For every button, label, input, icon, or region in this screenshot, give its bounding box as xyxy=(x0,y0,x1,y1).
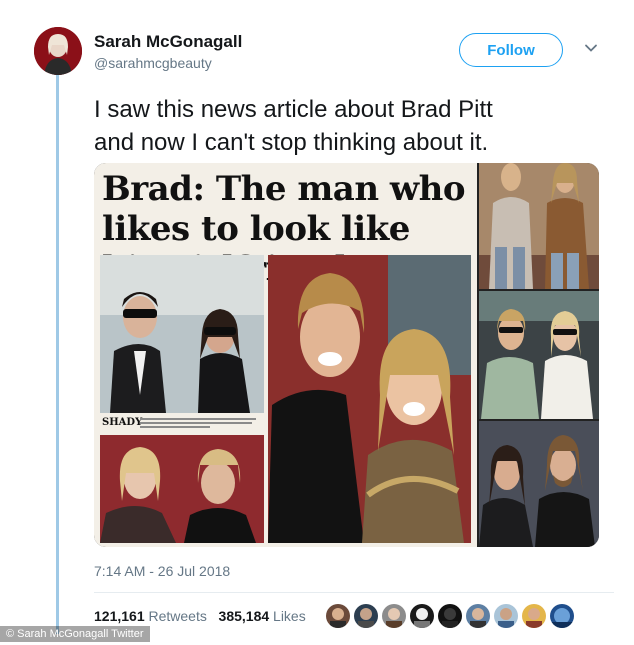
photo-event-couple xyxy=(479,421,599,547)
retweets-label: Retweets xyxy=(148,608,207,624)
retweets-count: 121,161 xyxy=(94,608,145,624)
image-credit: © Sarah McGonagall Twitter xyxy=(0,626,150,642)
likes-count: 385,184 xyxy=(218,608,270,624)
caption-label: SHADY xyxy=(102,417,143,428)
tweet-image[interactable]: Brad: The man who likes to look like his… xyxy=(94,163,599,547)
liker-avatar[interactable] xyxy=(409,603,435,629)
liker-avatar[interactable] xyxy=(521,603,547,629)
liker-avatar[interactable] xyxy=(381,603,407,629)
tweet-timestamp[interactable]: 7:14 AM - 26 Jul 2018 xyxy=(94,563,230,579)
photo-sunglasses-couple xyxy=(100,255,264,413)
liker-avatar[interactable] xyxy=(437,603,463,629)
divider xyxy=(94,592,614,593)
retweets-stat[interactable]: 121,161 Retweets xyxy=(94,608,207,624)
chevron-down-icon[interactable] xyxy=(583,40,599,56)
photo-sunglasses-blondes xyxy=(479,291,599,419)
liker-avatar[interactable] xyxy=(325,603,351,629)
follow-button[interactable]: Follow xyxy=(459,33,563,67)
photo-blonde-couple xyxy=(100,435,264,543)
liker-avatars[interactable] xyxy=(325,603,575,629)
likes-label: Likes xyxy=(273,608,306,624)
engagement-stats: 121,161 Retweets 385,184 Likes xyxy=(94,608,306,624)
likes-stat[interactable]: 385,184 Likes xyxy=(219,608,306,624)
thread-line xyxy=(56,74,59,634)
liker-avatar[interactable] xyxy=(465,603,491,629)
newspaper-clipping: Brad: The man who likes to look like his… xyxy=(94,163,477,547)
liker-avatar[interactable] xyxy=(549,603,575,629)
tweet-text: I saw this news article about Brad Pitt … xyxy=(94,96,493,156)
display-name[interactable]: Sarah McGonagall xyxy=(94,32,242,52)
liker-avatar[interactable] xyxy=(353,603,379,629)
user-handle[interactable]: @sarahmcgbeauty xyxy=(94,55,212,71)
photo-street-couple xyxy=(479,163,599,289)
photo-red-carpet-couple xyxy=(268,255,471,543)
caption-text-lines xyxy=(140,418,256,428)
liker-avatar[interactable] xyxy=(493,603,519,629)
avatar[interactable] xyxy=(34,27,82,75)
